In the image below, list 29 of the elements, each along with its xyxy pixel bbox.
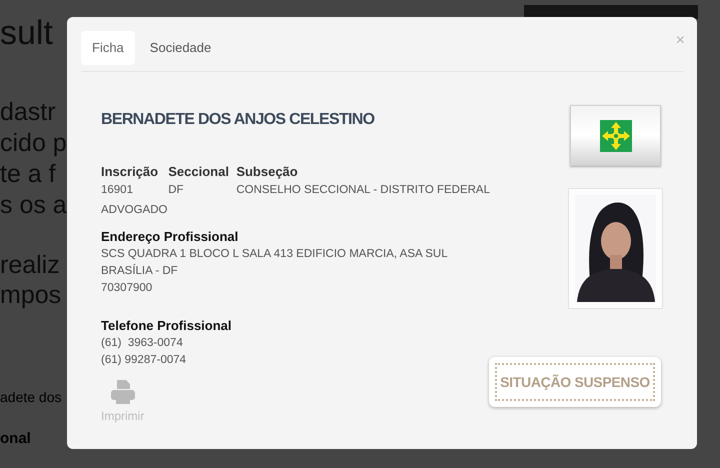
section-label: Endereço Profissional (101, 229, 238, 245)
paragraph-line: te a f (0, 159, 56, 190)
result-name: adete dos (0, 388, 62, 407)
person-name: BERNADETE DOS ANJOS CELESTINO (101, 110, 374, 130)
tab[interactable]: Sociedade (134, 31, 226, 65)
paragraph-line: realiz (0, 250, 60, 280)
section-label: Telefone Profissional (101, 318, 232, 334)
address-line: 70307900 (101, 281, 152, 296)
column-label: onal (0, 429, 31, 449)
paragraph-line: mpos (0, 280, 62, 310)
paragraph-line: cido p (0, 128, 67, 159)
field-value: DF (168, 183, 185, 198)
category-text: ADVOGADO (101, 203, 168, 218)
status-stamp: SITUAÇÃO SUSPENSO (489, 357, 661, 407)
phone-number: (61) 99287-0074 (101, 353, 186, 368)
flag-icon (600, 120, 632, 152)
paragraph-line: s os a (0, 190, 67, 221)
printer-icon (110, 379, 136, 405)
phone-number: (61) 3963-0074 (101, 336, 183, 351)
address-line: SCS QUADRA 1 BLOCO L SALA 413 EDIFICIO MARCIA, ASA SUL (101, 247, 448, 262)
paragraph-line: dastr (0, 97, 56, 128)
page-heading: sult (0, 16, 53, 50)
tab[interactable]: Ficha (81, 31, 135, 65)
field-label: Inscrição (101, 164, 160, 180)
field-value: CONSELHO SECCIONAL - DISTRITO FEDERAL (236, 183, 490, 198)
address-line: BRASÍLIA - DF (101, 263, 178, 279)
field-value: 16901 (101, 183, 134, 198)
field-label: Subseção (236, 164, 299, 180)
field-label: Seccional (168, 164, 230, 180)
